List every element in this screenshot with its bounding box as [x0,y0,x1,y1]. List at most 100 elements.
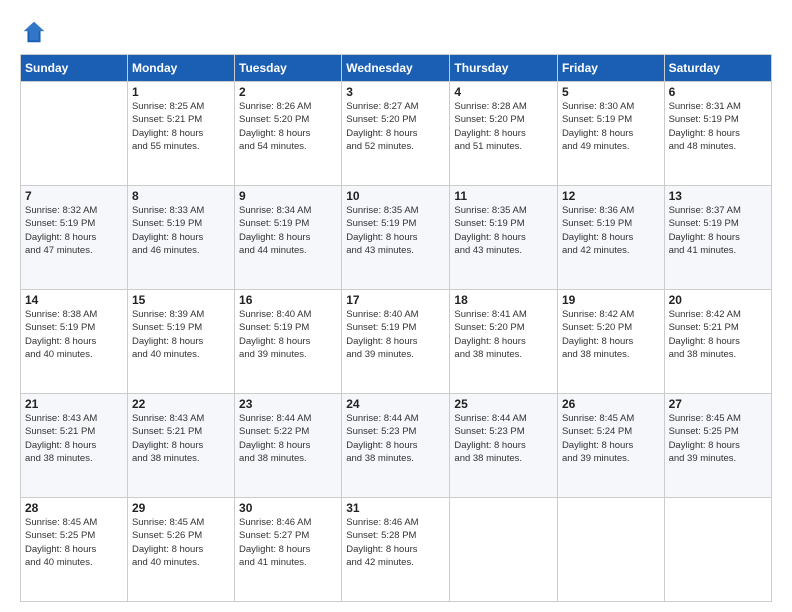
calendar-cell: 6Sunrise: 8:31 AM Sunset: 5:19 PM Daylig… [664,82,771,186]
calendar-cell [557,498,664,602]
day-number: 2 [239,85,337,99]
calendar-cell [21,82,128,186]
calendar-cell: 4Sunrise: 8:28 AM Sunset: 5:20 PM Daylig… [450,82,558,186]
calendar-cell: 11Sunrise: 8:35 AM Sunset: 5:19 PM Dayli… [450,186,558,290]
calendar-cell [664,498,771,602]
day-number: 25 [454,397,553,411]
day-info: Sunrise: 8:43 AM Sunset: 5:21 PM Dayligh… [25,412,123,465]
calendar-cell: 2Sunrise: 8:26 AM Sunset: 5:20 PM Daylig… [235,82,342,186]
day-info: Sunrise: 8:41 AM Sunset: 5:20 PM Dayligh… [454,308,553,361]
day-info: Sunrise: 8:27 AM Sunset: 5:20 PM Dayligh… [346,100,445,153]
day-info: Sunrise: 8:33 AM Sunset: 5:19 PM Dayligh… [132,204,230,257]
calendar-week-row: 7Sunrise: 8:32 AM Sunset: 5:19 PM Daylig… [21,186,772,290]
day-number: 5 [562,85,660,99]
calendar-cell: 27Sunrise: 8:45 AM Sunset: 5:25 PM Dayli… [664,394,771,498]
day-info: Sunrise: 8:44 AM Sunset: 5:23 PM Dayligh… [454,412,553,465]
day-info: Sunrise: 8:34 AM Sunset: 5:19 PM Dayligh… [239,204,337,257]
day-number: 27 [669,397,767,411]
weekday-header: Monday [127,55,234,82]
day-number: 21 [25,397,123,411]
day-info: Sunrise: 8:38 AM Sunset: 5:19 PM Dayligh… [25,308,123,361]
day-info: Sunrise: 8:28 AM Sunset: 5:20 PM Dayligh… [454,100,553,153]
calendar-week-row: 1Sunrise: 8:25 AM Sunset: 5:21 PM Daylig… [21,82,772,186]
day-number: 1 [132,85,230,99]
day-number: 28 [25,501,123,515]
day-info: Sunrise: 8:25 AM Sunset: 5:21 PM Dayligh… [132,100,230,153]
day-info: Sunrise: 8:45 AM Sunset: 5:26 PM Dayligh… [132,516,230,569]
header [20,18,772,46]
day-number: 19 [562,293,660,307]
calendar-cell: 5Sunrise: 8:30 AM Sunset: 5:19 PM Daylig… [557,82,664,186]
calendar-cell: 31Sunrise: 8:46 AM Sunset: 5:28 PM Dayli… [342,498,450,602]
day-info: Sunrise: 8:30 AM Sunset: 5:19 PM Dayligh… [562,100,660,153]
calendar-cell: 26Sunrise: 8:45 AM Sunset: 5:24 PM Dayli… [557,394,664,498]
day-number: 3 [346,85,445,99]
day-info: Sunrise: 8:35 AM Sunset: 5:19 PM Dayligh… [454,204,553,257]
day-number: 12 [562,189,660,203]
day-info: Sunrise: 8:32 AM Sunset: 5:19 PM Dayligh… [25,204,123,257]
day-info: Sunrise: 8:40 AM Sunset: 5:19 PM Dayligh… [346,308,445,361]
day-number: 22 [132,397,230,411]
day-number: 20 [669,293,767,307]
calendar-cell: 21Sunrise: 8:43 AM Sunset: 5:21 PM Dayli… [21,394,128,498]
weekday-header: Friday [557,55,664,82]
calendar-cell: 17Sunrise: 8:40 AM Sunset: 5:19 PM Dayli… [342,290,450,394]
day-number: 7 [25,189,123,203]
day-info: Sunrise: 8:31 AM Sunset: 5:19 PM Dayligh… [669,100,767,153]
day-info: Sunrise: 8:46 AM Sunset: 5:27 PM Dayligh… [239,516,337,569]
day-number: 14 [25,293,123,307]
calendar-cell: 7Sunrise: 8:32 AM Sunset: 5:19 PM Daylig… [21,186,128,290]
calendar-cell: 1Sunrise: 8:25 AM Sunset: 5:21 PM Daylig… [127,82,234,186]
weekday-header: Wednesday [342,55,450,82]
calendar-week-row: 28Sunrise: 8:45 AM Sunset: 5:25 PM Dayli… [21,498,772,602]
calendar-week-row: 21Sunrise: 8:43 AM Sunset: 5:21 PM Dayli… [21,394,772,498]
day-number: 4 [454,85,553,99]
day-info: Sunrise: 8:44 AM Sunset: 5:23 PM Dayligh… [346,412,445,465]
calendar-cell: 3Sunrise: 8:27 AM Sunset: 5:20 PM Daylig… [342,82,450,186]
calendar-cell: 15Sunrise: 8:39 AM Sunset: 5:19 PM Dayli… [127,290,234,394]
day-number: 6 [669,85,767,99]
logo [20,18,50,46]
day-info: Sunrise: 8:44 AM Sunset: 5:22 PM Dayligh… [239,412,337,465]
day-number: 16 [239,293,337,307]
calendar-cell: 29Sunrise: 8:45 AM Sunset: 5:26 PM Dayli… [127,498,234,602]
calendar-cell: 18Sunrise: 8:41 AM Sunset: 5:20 PM Dayli… [450,290,558,394]
day-number: 9 [239,189,337,203]
day-info: Sunrise: 8:46 AM Sunset: 5:28 PM Dayligh… [346,516,445,569]
day-number: 26 [562,397,660,411]
day-number: 15 [132,293,230,307]
calendar-cell: 9Sunrise: 8:34 AM Sunset: 5:19 PM Daylig… [235,186,342,290]
weekday-header: Tuesday [235,55,342,82]
day-info: Sunrise: 8:36 AM Sunset: 5:19 PM Dayligh… [562,204,660,257]
day-info: Sunrise: 8:42 AM Sunset: 5:20 PM Dayligh… [562,308,660,361]
day-info: Sunrise: 8:45 AM Sunset: 5:25 PM Dayligh… [25,516,123,569]
day-number: 8 [132,189,230,203]
day-info: Sunrise: 8:37 AM Sunset: 5:19 PM Dayligh… [669,204,767,257]
day-info: Sunrise: 8:26 AM Sunset: 5:20 PM Dayligh… [239,100,337,153]
day-number: 24 [346,397,445,411]
calendar-cell: 8Sunrise: 8:33 AM Sunset: 5:19 PM Daylig… [127,186,234,290]
calendar-cell: 16Sunrise: 8:40 AM Sunset: 5:19 PM Dayli… [235,290,342,394]
calendar-cell: 14Sunrise: 8:38 AM Sunset: 5:19 PM Dayli… [21,290,128,394]
day-number: 17 [346,293,445,307]
calendar-cell [450,498,558,602]
calendar-cell: 22Sunrise: 8:43 AM Sunset: 5:21 PM Dayli… [127,394,234,498]
day-number: 13 [669,189,767,203]
calendar-cell: 25Sunrise: 8:44 AM Sunset: 5:23 PM Dayli… [450,394,558,498]
day-number: 30 [239,501,337,515]
day-info: Sunrise: 8:45 AM Sunset: 5:24 PM Dayligh… [562,412,660,465]
calendar-header-row: SundayMondayTuesdayWednesdayThursdayFrid… [21,55,772,82]
day-number: 29 [132,501,230,515]
day-info: Sunrise: 8:39 AM Sunset: 5:19 PM Dayligh… [132,308,230,361]
day-info: Sunrise: 8:43 AM Sunset: 5:21 PM Dayligh… [132,412,230,465]
page: SundayMondayTuesdayWednesdayThursdayFrid… [0,0,792,612]
day-info: Sunrise: 8:42 AM Sunset: 5:21 PM Dayligh… [669,308,767,361]
day-number: 31 [346,501,445,515]
calendar-cell: 12Sunrise: 8:36 AM Sunset: 5:19 PM Dayli… [557,186,664,290]
calendar-cell: 20Sunrise: 8:42 AM Sunset: 5:21 PM Dayli… [664,290,771,394]
day-number: 23 [239,397,337,411]
weekday-header: Sunday [21,55,128,82]
day-number: 11 [454,189,553,203]
calendar-cell: 13Sunrise: 8:37 AM Sunset: 5:19 PM Dayli… [664,186,771,290]
calendar-cell: 23Sunrise: 8:44 AM Sunset: 5:22 PM Dayli… [235,394,342,498]
